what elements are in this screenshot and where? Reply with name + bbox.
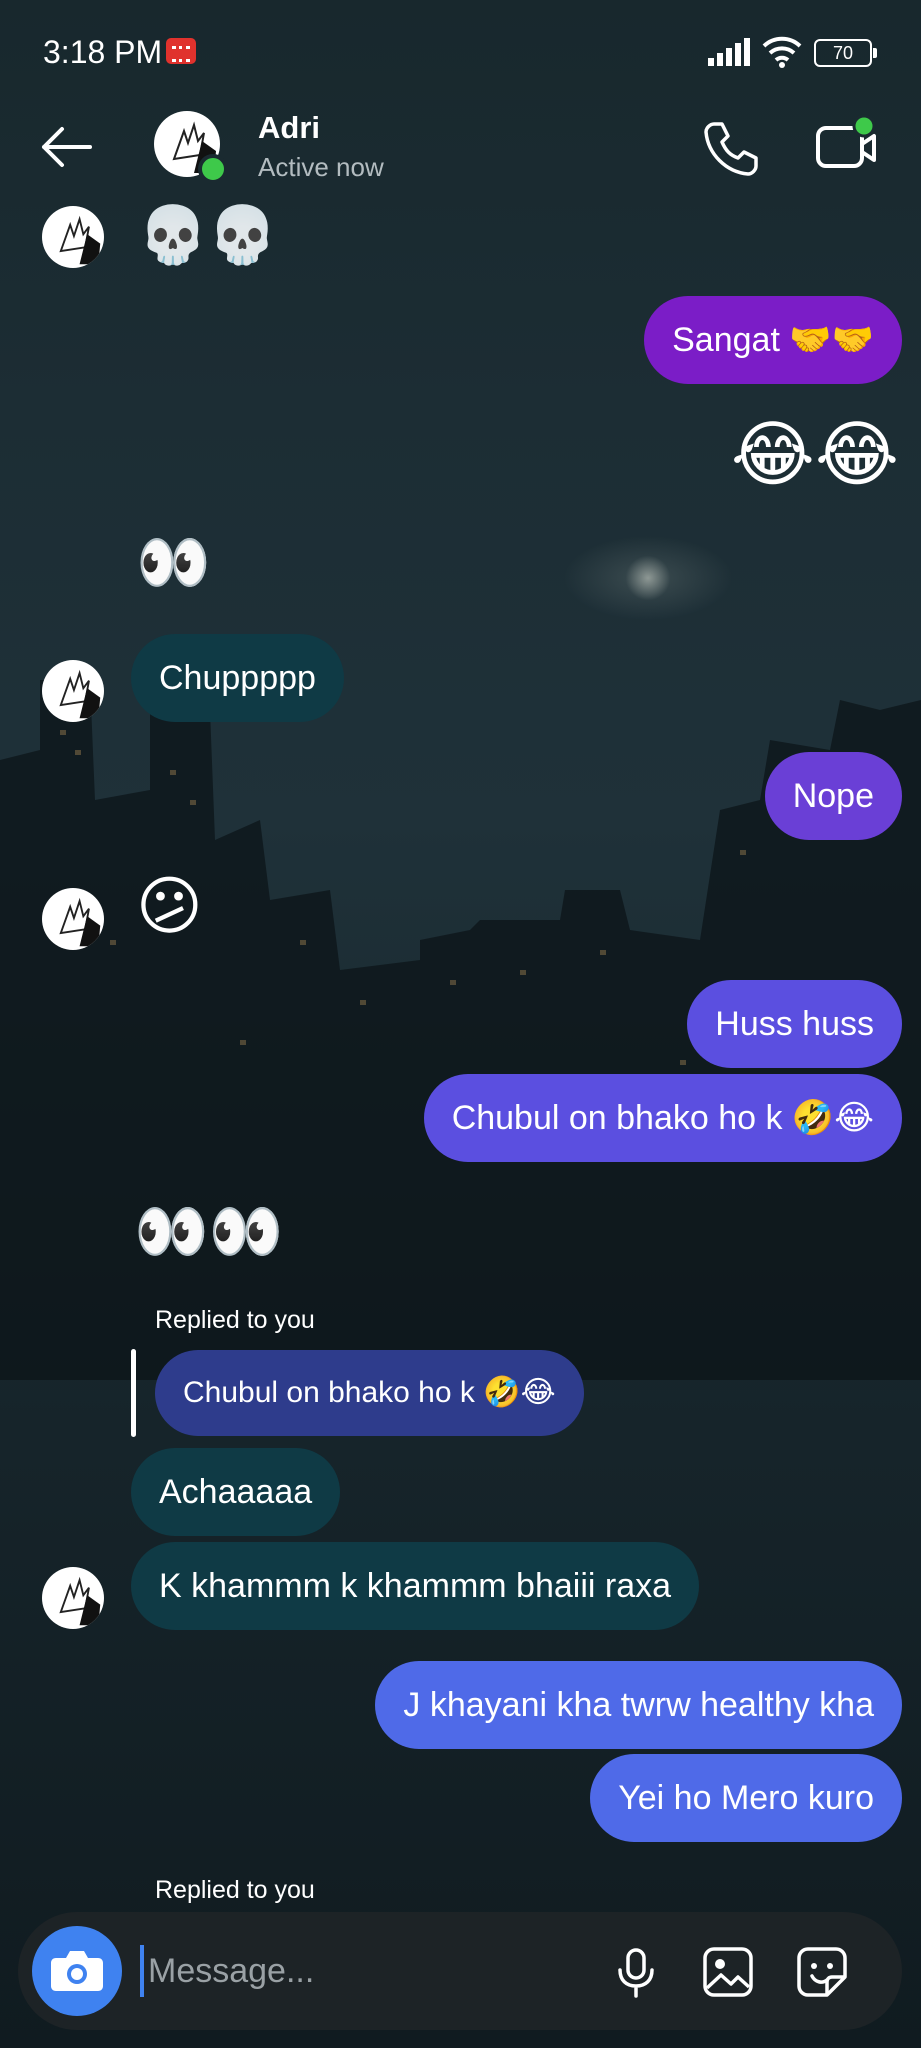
image-icon[interactable] xyxy=(700,1944,756,2000)
cellular-signal-icon xyxy=(708,38,750,66)
arrow-left-icon[interactable] xyxy=(36,122,96,172)
hand-sketch-icon xyxy=(59,215,101,265)
sender-avatar[interactable] xyxy=(42,1567,104,1629)
quoted-message[interactable]: Chubul on bhako ho k 🤣😂 xyxy=(155,1350,584,1436)
contact-name[interactable]: Adri xyxy=(258,110,320,146)
status-bar: 3:18 PM 70 xyxy=(0,0,921,100)
emoji-message[interactable]: 💀💀 xyxy=(138,202,277,268)
sim-icon xyxy=(166,38,196,64)
outgoing-message[interactable]: Sangat 🤝🤝 xyxy=(644,296,902,384)
phone-icon[interactable] xyxy=(700,118,760,178)
hand-sketch-icon xyxy=(59,897,101,947)
outgoing-message[interactable]: Chubul on bhako ho k 🤣😂 xyxy=(423,1074,902,1162)
camera-button[interactable] xyxy=(32,1926,122,2016)
incoming-message[interactable]: Achaaaaa xyxy=(131,1448,341,1536)
sender-avatar[interactable] xyxy=(42,888,104,950)
battery-icon: 70 xyxy=(814,39,877,67)
incoming-message[interactable]: Chuppppp xyxy=(131,634,344,722)
emoji-message[interactable]: 😕 xyxy=(136,870,203,944)
reply-indicator-bar xyxy=(131,1349,136,1437)
status-time: 3:18 PM xyxy=(43,34,163,70)
message-composer xyxy=(18,1912,902,2030)
sender-avatar[interactable] xyxy=(42,660,104,722)
online-indicator xyxy=(198,154,228,184)
outgoing-message[interactable]: J khayani kha twrw healthy kha xyxy=(375,1661,902,1749)
outgoing-message[interactable]: Nope xyxy=(764,752,902,840)
outgoing-message[interactable]: Yei ho Mero kuro xyxy=(590,1754,902,1842)
hand-sketch-icon xyxy=(59,669,101,719)
hand-sketch-icon xyxy=(59,1576,101,1626)
emoji-message[interactable]: 😂😂 xyxy=(731,412,899,496)
wifi-icon xyxy=(762,36,802,68)
emoji-message[interactable]: 👀👀 xyxy=(134,1196,283,1267)
message-input[interactable] xyxy=(146,1940,610,2002)
sender-avatar[interactable] xyxy=(42,206,104,268)
camera-icon xyxy=(51,1951,103,1991)
presence-status: Active now xyxy=(258,152,384,182)
chat-header: Adri Active now xyxy=(0,100,921,210)
emoji-message[interactable]: 👀 xyxy=(136,527,211,598)
video-camera-icon[interactable] xyxy=(812,114,880,176)
reply-context-label: Replied to you xyxy=(155,1876,315,1904)
outgoing-message[interactable]: Huss huss xyxy=(687,980,902,1068)
microphone-icon[interactable] xyxy=(608,1944,664,2000)
text-cursor xyxy=(140,1945,144,1997)
sticker-icon[interactable] xyxy=(794,1944,850,2000)
reply-context-label: Replied to you xyxy=(155,1306,315,1334)
incoming-message[interactable]: K khammm k khammm bhaiii raxa xyxy=(131,1542,700,1630)
